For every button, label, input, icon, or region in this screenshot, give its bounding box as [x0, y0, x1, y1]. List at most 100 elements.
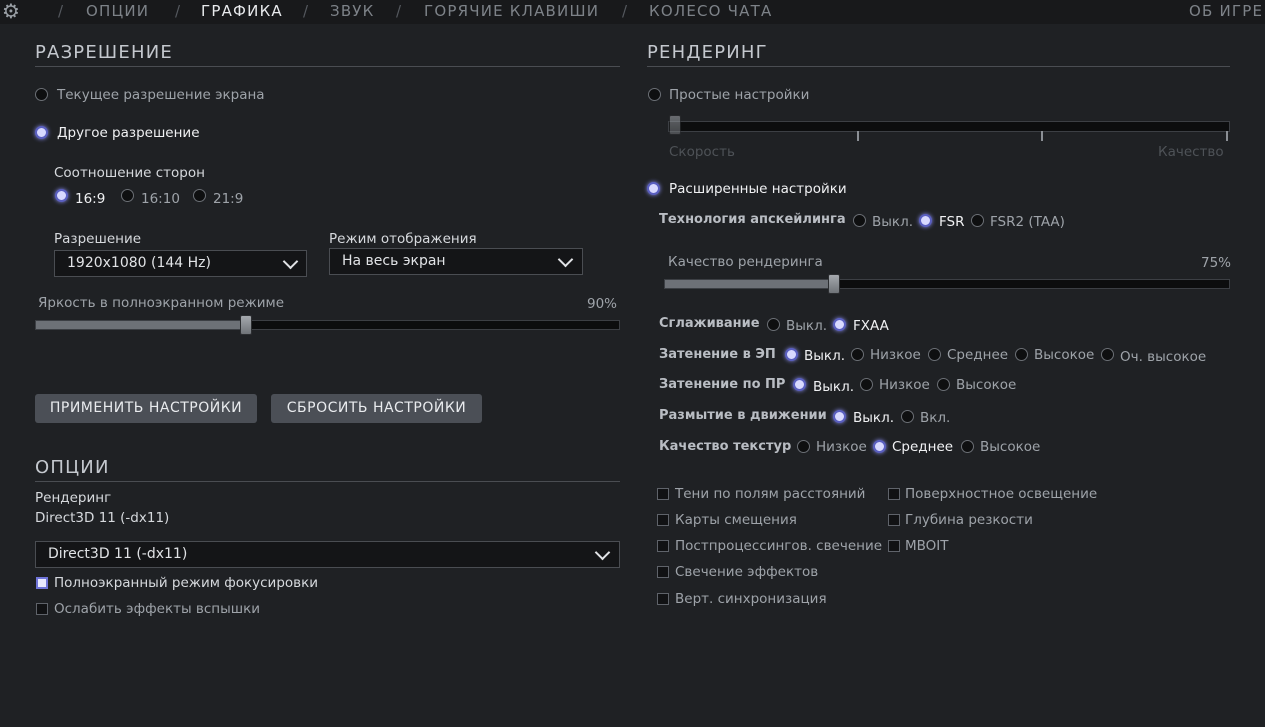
tab-chat-wheel[interactable]: КОЛЕСО ЧАТА — [649, 2, 772, 20]
simple-quality-slider-thumb[interactable] — [669, 115, 681, 135]
ssao-high-label: Высокое — [1034, 347, 1095, 363]
radio-upscaling-fsr[interactable] — [919, 214, 932, 227]
checkbox-mboit[interactable] — [888, 540, 900, 552]
radio-upscaling-off[interactable] — [853, 214, 866, 227]
top-tab-bar — [0, 0, 1265, 24]
advanced-settings-label: Расширенные настройки — [669, 181, 847, 197]
vsync-label: Верт. синхронизация — [675, 591, 827, 607]
reset-settings-button[interactable]: СБРОСИТЬ НАСТРОЙКИ — [271, 394, 482, 423]
display-mode-dropdown-value: На весь экран — [342, 253, 446, 269]
effects-glow-label: Свечение эффектов — [675, 564, 819, 580]
brightness-slider[interactable] — [35, 320, 620, 330]
tab-separator: / — [396, 2, 402, 20]
brightness-slider-thumb[interactable] — [239, 315, 252, 335]
slider-tick — [857, 131, 859, 141]
radio-aa-off[interactable] — [767, 318, 780, 331]
render-quality-slider[interactable] — [664, 279, 1230, 289]
custom-resolution-label: Другое разрешение — [57, 125, 200, 141]
simple-slider-speed-label: Скорость — [669, 144, 735, 160]
upscaling-off-label: Выкл. — [872, 214, 913, 230]
radio-ssao-off[interactable] — [785, 348, 798, 361]
chevron-down-icon — [282, 253, 299, 270]
radio-motion-blur-off[interactable] — [833, 410, 846, 423]
tab-separator: / — [622, 2, 628, 20]
radio-shadow-pr-high[interactable] — [937, 378, 950, 391]
shadow-pr-off-label: Выкл. — [813, 379, 854, 395]
radio-shadow-pr-low[interactable] — [860, 378, 873, 391]
checkbox-vsync[interactable] — [657, 593, 669, 605]
checkbox-distance-field-shadows[interactable] — [657, 488, 669, 500]
divider — [647, 66, 1230, 67]
upscaling-label: Технология апскейлинга — [659, 212, 846, 227]
ssao-off-label: Выкл. — [804, 348, 845, 364]
shadow-pr-high-label: Высокое — [956, 377, 1017, 393]
simple-slider-quality-label: Качество — [1158, 144, 1224, 160]
radio-aspect-16-10[interactable] — [121, 189, 134, 202]
radio-current-resolution[interactable] — [35, 88, 48, 101]
radio-simple-settings[interactable] — [648, 88, 661, 101]
radio-ssao-high[interactable] — [1015, 348, 1028, 361]
brightness-slider-fill — [36, 321, 247, 329]
simple-settings-label: Простые настройки — [669, 87, 810, 103]
rendering-heading: РЕНДЕРИНГ — [647, 42, 768, 63]
current-resolution-label: Текущее разрешение экрана — [57, 87, 265, 103]
radio-texture-low[interactable] — [797, 440, 810, 453]
brightness-label: Яркость в полноэкранном режиме — [38, 295, 285, 311]
checkbox-postprocess-bloom[interactable] — [657, 540, 669, 552]
tab-about[interactable]: ОБ ИГРЕ — [1189, 2, 1263, 20]
brightness-value: 90% — [587, 296, 618, 312]
simple-quality-slider[interactable] — [668, 121, 1230, 132]
renderer-dropdown-value: Direct3D 11 (-dx11) — [48, 546, 188, 562]
radio-motion-blur-on[interactable] — [901, 410, 914, 423]
motion-blur-on-label: Вкл. — [920, 410, 951, 426]
radio-aa-fxaa[interactable] — [833, 318, 846, 331]
resolution-label: Разрешение — [54, 231, 142, 247]
radio-shadow-pr-off[interactable] — [793, 378, 806, 391]
renderer-dropdown[interactable]: Direct3D 11 (-dx11) — [35, 541, 620, 568]
checkbox-effects-glow[interactable] — [657, 566, 669, 578]
radio-upscaling-fsr2[interactable] — [971, 214, 984, 227]
aspect-16-9-label: 16:9 — [75, 191, 106, 207]
distance-field-shadows-label: Тени по полям расстояний — [675, 486, 866, 502]
radio-aspect-21-9[interactable] — [193, 189, 206, 202]
renderer-label: Рендеринг — [35, 490, 112, 506]
radio-advanced-settings[interactable] — [647, 182, 660, 195]
resolution-dropdown-value: 1920x1080 (144 Hz) — [67, 255, 211, 271]
radio-texture-medium[interactable] — [873, 440, 886, 453]
upscaling-fsr-label: FSR — [939, 214, 965, 230]
tab-sound[interactable]: ЗВУК — [330, 2, 375, 20]
tab-graphics[interactable]: ГРАФИКА — [201, 2, 283, 20]
upscaling-fsr2-label: FSR2 (TAA) — [990, 214, 1065, 230]
resolution-dropdown[interactable]: 1920x1080 (144 Hz) — [54, 250, 307, 277]
radio-ssao-very-high[interactable] — [1101, 348, 1114, 361]
aspect-16-10-label: 16:10 — [141, 191, 180, 207]
checkbox-surface-lighting[interactable] — [888, 488, 900, 500]
display-mode-dropdown[interactable]: На весь экран — [329, 248, 583, 275]
checkbox-displacement-maps[interactable] — [657, 514, 669, 526]
radio-aspect-16-9[interactable] — [55, 189, 68, 202]
display-mode-label: Режим отображения — [329, 231, 477, 247]
radio-custom-resolution[interactable] — [35, 126, 48, 139]
radio-ssao-medium[interactable] — [928, 348, 941, 361]
tab-hotkeys[interactable]: ГОРЯЧИЕ КЛАВИШИ — [424, 2, 599, 20]
shadow-pr-label: Затенение по ПР — [659, 377, 786, 392]
tab-options[interactable]: ОПЦИИ — [86, 2, 149, 20]
ssao-very-high-label: Оч. высокое — [1120, 349, 1207, 365]
gear-icon[interactable]: ⚙ — [0, 0, 22, 22]
fullscreen-focus-checkbox[interactable] — [36, 577, 48, 589]
fullscreen-focus-label: Полноэкранный режим фокусировки — [54, 575, 319, 591]
ssao-label: Затенение в ЭП — [659, 347, 776, 362]
render-quality-value: 75% — [1201, 255, 1232, 271]
tab-separator: / — [58, 2, 64, 20]
checkbox-depth-of-field[interactable] — [888, 514, 900, 526]
reduce-flash-checkbox[interactable] — [36, 603, 48, 615]
ssao-medium-label: Среднее — [947, 347, 1009, 363]
divider — [35, 481, 620, 482]
apply-settings-button[interactable]: ПРИМЕНИТЬ НАСТРОЙКИ — [35, 394, 257, 423]
render-quality-slider-thumb[interactable] — [827, 274, 840, 294]
radio-texture-high[interactable] — [961, 440, 974, 453]
aa-off-label: Выкл. — [786, 318, 827, 334]
texture-quality-label: Качество текстур — [659, 439, 792, 454]
mboit-label: MBOIT — [905, 538, 949, 554]
radio-ssao-low[interactable] — [851, 348, 864, 361]
